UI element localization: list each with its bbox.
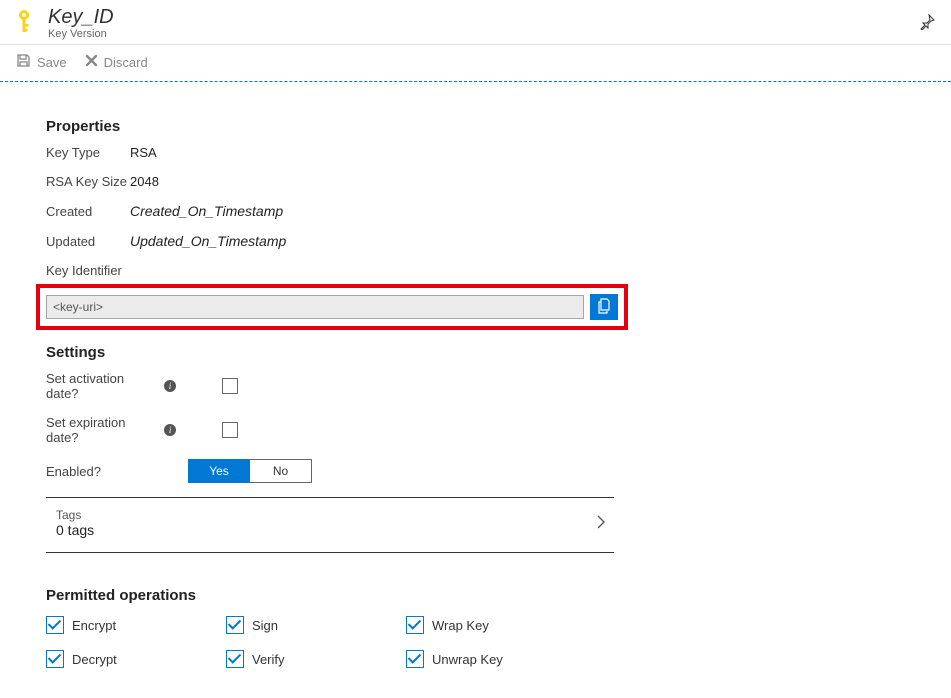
- perm-label: Encrypt: [72, 618, 116, 633]
- prop-created: Created Created_On_Timestamp: [46, 203, 614, 219]
- key-uri-highlight: [36, 284, 628, 330]
- perm-encrypt: Encrypt: [46, 616, 226, 634]
- prop-label: Key Type: [46, 145, 130, 160]
- prop-value: Updated_On_Timestamp: [130, 233, 286, 249]
- pin-icon[interactable]: [919, 14, 935, 33]
- key-icon: [16, 9, 38, 38]
- decrypt-checkbox[interactable]: [46, 650, 64, 668]
- prop-key-size: RSA Key Size 2048: [46, 174, 614, 189]
- info-icon[interactable]: i: [164, 380, 176, 392]
- unwrap-checkbox[interactable]: [406, 650, 424, 668]
- perm-label: Decrypt: [72, 652, 117, 667]
- perm-verify: Verify: [226, 650, 406, 668]
- encrypt-checkbox[interactable]: [46, 616, 64, 634]
- prop-label: Created: [46, 204, 130, 219]
- enabled-yes-button[interactable]: Yes: [188, 459, 250, 483]
- save-icon: [16, 53, 31, 71]
- sign-checkbox[interactable]: [226, 616, 244, 634]
- perm-unwrap: Unwrap Key: [406, 650, 586, 668]
- activation-date-row: Set activation date? i: [46, 371, 614, 401]
- perm-label: Verify: [252, 652, 285, 667]
- key-uri-input[interactable]: [46, 295, 584, 319]
- prop-key-type: Key Type RSA: [46, 145, 614, 160]
- tags-text: Tags 0 tags: [56, 508, 94, 538]
- tags-label: Tags: [56, 508, 94, 522]
- properties-heading: Properties: [46, 118, 614, 135]
- activation-label: Set activation date?: [46, 371, 160, 401]
- page-header: Key_ID Key Version: [0, 0, 951, 45]
- activation-checkbox[interactable]: [222, 378, 238, 394]
- page-subtitle: Key Version: [48, 28, 114, 40]
- expiration-checkbox[interactable]: [222, 422, 238, 438]
- toolbar: Save Discard: [0, 45, 951, 82]
- enabled-toggle: Yes No: [188, 459, 312, 483]
- enabled-no-button[interactable]: No: [250, 459, 312, 483]
- page-title: Key_ID: [48, 6, 114, 28]
- perm-label: Sign: [252, 618, 278, 633]
- close-icon: [85, 54, 98, 70]
- tags-count: 0 tags: [56, 522, 94, 538]
- prop-value: 2048: [130, 174, 159, 189]
- prop-label: Updated: [46, 234, 130, 249]
- settings-heading: Settings: [46, 344, 614, 361]
- save-button[interactable]: Save: [16, 53, 67, 71]
- key-identifier-label: Key Identifier: [46, 263, 614, 278]
- perm-sign: Sign: [226, 616, 406, 634]
- wrap-checkbox[interactable]: [406, 616, 424, 634]
- discard-label: Discard: [104, 55, 148, 70]
- copy-button[interactable]: [590, 294, 618, 320]
- info-icon[interactable]: i: [164, 424, 176, 436]
- expiration-label: Set expiration date?: [46, 415, 160, 445]
- save-label: Save: [37, 55, 67, 70]
- verify-checkbox[interactable]: [226, 650, 244, 668]
- chevron-right-icon: [596, 514, 606, 533]
- perm-label: Wrap Key: [432, 618, 489, 633]
- prop-value: Created_On_Timestamp: [130, 203, 283, 219]
- perm-wrap: Wrap Key: [406, 616, 586, 634]
- perm-decrypt: Decrypt: [46, 650, 226, 668]
- enabled-label: Enabled?: [46, 464, 101, 479]
- copy-icon: [597, 298, 612, 317]
- discard-button[interactable]: Discard: [85, 54, 148, 70]
- prop-value: RSA: [130, 145, 157, 160]
- tags-bar[interactable]: Tags 0 tags: [46, 498, 614, 553]
- permitted-grid: Encrypt Sign Wrap Key Decrypt Verify Unw…: [46, 616, 614, 668]
- prop-updated: Updated Updated_On_Timestamp: [46, 233, 614, 249]
- main-content: Properties Key Type RSA RSA Key Size 204…: [0, 82, 660, 698]
- permitted-heading: Permitted operations: [46, 587, 614, 604]
- prop-label: RSA Key Size: [46, 174, 130, 189]
- expiration-date-row: Set expiration date? i: [46, 415, 614, 445]
- perm-label: Unwrap Key: [432, 652, 503, 667]
- enabled-row: Enabled? Yes No: [46, 459, 614, 483]
- title-block: Key_ID Key Version: [48, 6, 114, 40]
